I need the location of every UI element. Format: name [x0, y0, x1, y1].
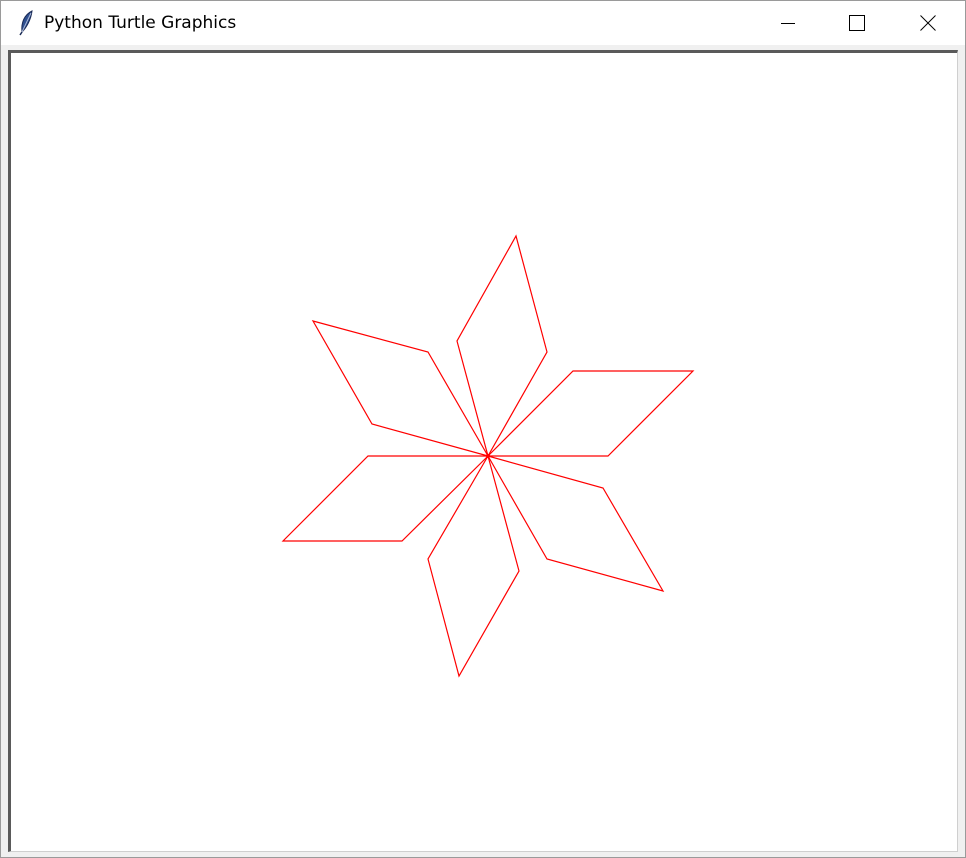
rhombus-petal-6 [486, 370, 695, 457]
feather-icon [19, 10, 33, 36]
maximize-button[interactable] [822, 1, 892, 45]
rhombus-petal-5 [486, 455, 665, 592]
title-bar[interactable]: Python Turtle Graphics [1, 1, 965, 45]
turtle-drawing [281, 234, 695, 678]
rhombus-petal-2 [311, 320, 490, 457]
close-icon [920, 15, 936, 31]
rhombus-petal-4 [427, 454, 520, 678]
minimize-button[interactable] [753, 1, 823, 45]
minimize-icon [781, 23, 795, 24]
close-button[interactable] [893, 1, 963, 45]
maximize-icon [849, 15, 865, 31]
turtle-window: Python Turtle Graphics [0, 0, 966, 858]
turtle-canvas[interactable] [8, 50, 958, 852]
rhombus-petal-3 [281, 455, 490, 542]
turtle-cursor [486, 454, 490, 458]
window-title: Python Turtle Graphics [44, 13, 237, 33]
rhombus-petal-1 [456, 234, 548, 458]
